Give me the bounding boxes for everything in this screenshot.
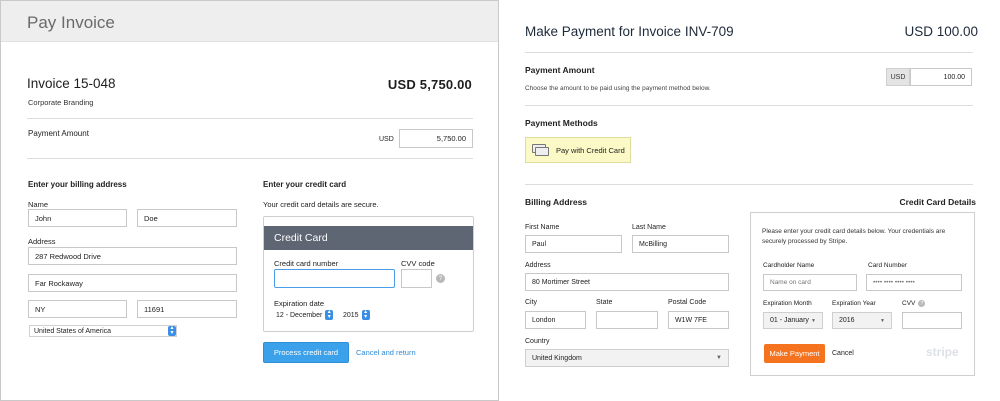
exp-year-label: Expiration Year	[832, 300, 876, 307]
divider	[525, 184, 973, 185]
stripe-note: Please enter your credit card details be…	[762, 228, 946, 245]
card-number-label: Card Number	[868, 262, 908, 269]
divider	[525, 105, 973, 106]
panel-header: Pay Invoice	[1, 1, 498, 42]
cc-number-label: Credit card number	[274, 259, 339, 268]
help-icon[interactable]: ?	[436, 274, 445, 283]
currency-label: USD	[379, 136, 394, 143]
exp-month-label: Expiration Month	[763, 300, 812, 307]
state-input[interactable]	[596, 311, 658, 329]
address-line2-input[interactable]: Far Rockaway	[28, 274, 237, 292]
address-input[interactable]: 80 Mortimer Street	[525, 273, 729, 291]
credit-card-icon	[532, 144, 550, 156]
select-arrows-icon: ▴ ▾	[361, 309, 370, 320]
last-name-input[interactable]: McBilling	[632, 235, 729, 253]
exp-month-select[interactable]: 12 - December ▴ ▾	[276, 309, 334, 321]
card-number-input[interactable]	[866, 274, 962, 291]
expiration-label: Expiration date	[274, 299, 325, 308]
select-arrows-icon: ▴ ▾	[168, 325, 176, 336]
process-credit-card-button[interactable]: Process credit card	[263, 342, 349, 363]
cc-heading: Enter your credit card	[263, 180, 347, 189]
select-arrows-icon: ▴ ▾	[325, 309, 334, 320]
cancel-link[interactable]: Cancel	[832, 350, 854, 357]
currency-prefix: USD	[886, 68, 910, 86]
cvv-label: CVV code	[401, 259, 435, 268]
country-value: United Kingdom	[532, 354, 582, 362]
page-title: Make Payment for Invoice INV-709	[525, 24, 734, 39]
divider	[525, 52, 973, 53]
exp-year-value: 2016	[839, 317, 855, 324]
country-select[interactable]: United States of America ▴ ▾	[29, 325, 177, 337]
address-label: Address	[525, 262, 551, 269]
divider	[27, 158, 473, 159]
state-input[interactable]: NY	[28, 300, 127, 318]
stripe-logo: stripe	[926, 345, 959, 359]
invoice-title: Invoice 15-048	[27, 76, 116, 91]
exp-year-value: 2015	[343, 311, 359, 319]
cardholder-label: Cardholder Name	[763, 262, 815, 269]
chevron-down-icon: ▼	[716, 355, 722, 361]
exp-month-value: 12 - December	[276, 311, 323, 319]
pay-invoice-panel: Pay Invoice Invoice 15-048 Corporate Bra…	[0, 0, 499, 401]
chevron-down-icon: ▼	[880, 317, 885, 324]
zip-input[interactable]: 11691	[137, 300, 237, 318]
payment-amount-input[interactable]: 5,750.00	[399, 129, 473, 148]
country-label: Country	[525, 338, 550, 345]
make-payment-panel: Make Payment for Invoice INV-709 USD 100…	[505, 0, 1000, 401]
cvv-input[interactable]	[401, 269, 432, 288]
billing-heading: Enter your billing address	[28, 180, 127, 189]
cvv-input[interactable]	[902, 312, 962, 329]
payment-amount-input[interactable]: 100.00	[910, 68, 972, 86]
last-name-label: Last Name	[632, 224, 666, 231]
credit-card-box-title: Credit Card	[264, 226, 473, 250]
page-title: Pay Invoice	[27, 13, 115, 32]
cc-secure-note: Your credit card details are secure.	[263, 200, 379, 209]
first-name-label: First Name	[525, 224, 560, 231]
exp-month-select[interactable]: 01 - January ▼	[763, 312, 823, 329]
postal-code-label: Postal Code	[668, 299, 707, 306]
chevron-down-icon: ▼	[811, 317, 816, 324]
name-label: Name	[28, 200, 49, 209]
city-input[interactable]: London	[525, 311, 586, 329]
payment-amount-label: Payment Amount	[28, 129, 89, 138]
postal-code-input[interactable]: W1W 7FE	[668, 311, 729, 329]
exp-year-select[interactable]: 2016 ▼	[832, 312, 892, 329]
invoice-amount: USD 5,750.00	[387, 77, 472, 92]
exp-month-value: 01 - January	[770, 317, 809, 324]
invoice-subtitle: Corporate Branding	[28, 98, 94, 107]
state-label: State	[596, 299, 613, 306]
invoice-amount: USD 100.00	[904, 24, 978, 39]
first-name-input[interactable]: Paul	[525, 235, 622, 253]
city-label: City	[525, 299, 538, 306]
pay-with-credit-card-label: Pay with Credit Card	[556, 145, 625, 155]
cc-number-input[interactable]	[274, 269, 395, 288]
cc-details-heading: Credit Card Details	[899, 197, 976, 207]
last-name-input[interactable]: Doe	[137, 209, 237, 227]
address-label: Address	[28, 237, 56, 246]
make-payment-button[interactable]: Make Payment	[764, 344, 825, 363]
cardholder-input[interactable]	[763, 274, 857, 291]
pay-with-credit-card-button[interactable]: Pay with Credit Card	[525, 137, 631, 163]
country-select[interactable]: United Kingdom ▼	[525, 349, 729, 367]
address-line1-input[interactable]: 287 Redwood Drive	[28, 247, 237, 265]
cvv-label: CVV	[902, 300, 916, 307]
cancel-and-return-link[interactable]: Cancel and return	[356, 348, 416, 357]
first-name-input[interactable]: John	[28, 209, 127, 227]
divider	[27, 118, 473, 119]
payment-amount-hint: Choose the amount to be paid using the p…	[525, 85, 711, 92]
exp-year-select[interactable]: 2015 ▴ ▾	[343, 309, 370, 321]
payment-amount-label: Payment Amount	[525, 65, 595, 75]
help-icon[interactable]: ?	[918, 300, 926, 307]
billing-heading: Billing Address	[525, 197, 588, 207]
cvv-label-group: CVV ?	[902, 300, 926, 307]
country-value: United States of America	[34, 327, 112, 335]
payment-methods-label: Payment Methods	[525, 118, 598, 128]
